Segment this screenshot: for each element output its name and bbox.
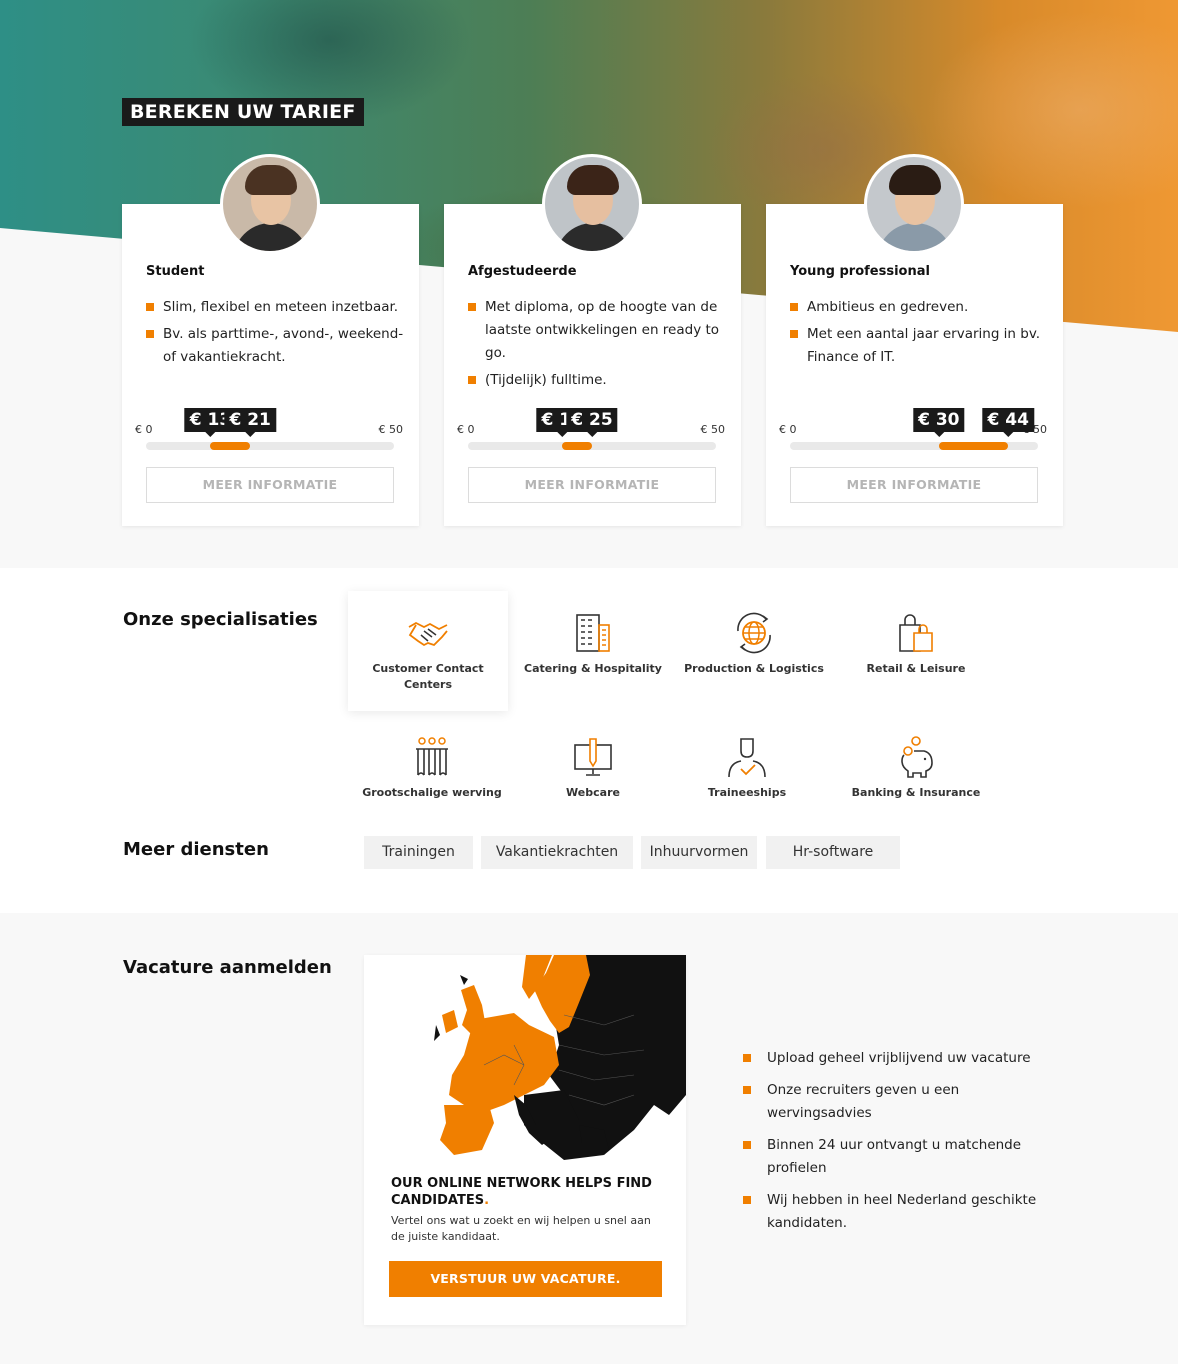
meer-diensten-heading: Meer diensten bbox=[123, 839, 269, 860]
range-min-label: € 0 bbox=[457, 423, 475, 436]
card-title: Young professional bbox=[790, 264, 930, 279]
vacature-card: OUR ONLINE NETWORK HELPS FIND CANDIDATES… bbox=[364, 955, 686, 1325]
price-high-badge[interactable]: € 44 bbox=[982, 408, 1034, 437]
vacature-benefits-list: Upload geheel vrijblijvend uw vacature O… bbox=[743, 1047, 1063, 1244]
list-item: (Tijdelijk) fulltime. bbox=[468, 369, 728, 392]
spec-banking-insurance[interactable]: Banking & Insurance bbox=[836, 715, 996, 835]
building-icon bbox=[576, 614, 610, 652]
handshake-icon bbox=[408, 621, 448, 647]
spec-label: Production & Logistics bbox=[684, 662, 824, 675]
list-item: Upload geheel vrijblijvend uw vacature bbox=[743, 1047, 1063, 1070]
person-check-icon bbox=[728, 738, 766, 778]
spec-label: Banking & Insurance bbox=[851, 786, 981, 799]
spec-label: Webcare bbox=[566, 786, 620, 799]
globe-icon bbox=[737, 612, 771, 654]
spec-webcare[interactable]: Webcare bbox=[513, 715, 673, 835]
spec-retail-leisure[interactable]: Retail & Leisure bbox=[836, 591, 996, 711]
specialisaties-heading: Onze specialisaties bbox=[123, 609, 318, 630]
europe-map-image bbox=[364, 955, 686, 1161]
price-range-fill bbox=[562, 442, 592, 450]
avatar bbox=[542, 154, 642, 254]
avatar bbox=[864, 154, 964, 254]
list-item: Slim, flexibel en meteen inzetbaar. bbox=[146, 296, 406, 319]
spec-label: Retail & Leisure bbox=[866, 662, 966, 675]
range-max-label: € 50 bbox=[378, 423, 404, 436]
spec-production-logistics[interactable]: Production & Logistics bbox=[674, 591, 834, 711]
range-min-label: € 0 bbox=[135, 423, 153, 436]
price-range-fill bbox=[210, 442, 251, 450]
monitor-pencil-icon bbox=[574, 738, 612, 776]
vacature-heading: Vacature aanmelden bbox=[123, 957, 332, 978]
more-info-button[interactable]: MEER INFORMATIE bbox=[146, 467, 394, 503]
group-icon bbox=[416, 737, 448, 776]
service-tag-vakantiekrachten[interactable]: Vakantiekrachten bbox=[481, 836, 633, 869]
spec-customer-contact-centers[interactable]: Customer Contact Centers bbox=[348, 591, 508, 711]
price-range-fill bbox=[938, 442, 1009, 450]
spec-label: Grootschalige werving bbox=[362, 786, 502, 799]
list-item: Met een aantal jaar ervaring in bv. Fina… bbox=[790, 323, 1050, 369]
list-item: Bv. als parttime-, avond-, weekend- of v… bbox=[146, 323, 406, 369]
vacature-subtext: Vertel ons wat u zoekt en wij helpen u s… bbox=[391, 1214, 651, 1243]
card-bullet-list: Ambitieus en gedreven. Met een aantal ja… bbox=[790, 296, 1050, 373]
hero-title: BEREKEN UW TARIEF bbox=[122, 98, 364, 126]
spec-traineeships[interactable]: Traineeships bbox=[667, 715, 827, 835]
avatar bbox=[220, 154, 320, 254]
spec-label: Customer Contact Centers bbox=[372, 662, 484, 691]
vacature-headline: OUR ONLINE NETWORK HELPS FIND CANDIDATES… bbox=[391, 1176, 652, 1208]
card-bullet-list: Slim, flexibel en meteen inzetbaar. Bv. … bbox=[146, 296, 406, 373]
shopping-bags-icon bbox=[899, 614, 933, 652]
service-tag-trainingen[interactable]: Trainingen bbox=[364, 836, 473, 869]
hero-section: BEREKEN UW TARIEF Student Slim, flexibel… bbox=[0, 0, 1178, 568]
list-item: Onze recruiters geven u een wervingsadvi… bbox=[743, 1079, 1063, 1125]
price-range-slider[interactable] bbox=[146, 442, 394, 450]
spec-label: Traineeships bbox=[707, 786, 787, 799]
spec-grootschalige-werving[interactable]: Grootschalige werving bbox=[352, 715, 512, 835]
range-min-label: € 0 bbox=[779, 423, 797, 436]
more-info-button[interactable]: MEER INFORMATIE bbox=[468, 467, 716, 503]
service-tag-hr-software[interactable]: Hr-software bbox=[766, 836, 900, 869]
tariff-card-student: Student Slim, flexibel en meteen inzetba… bbox=[122, 154, 419, 526]
tariff-card-young-professional: Young professional Ambitieus en gedreven… bbox=[766, 154, 1063, 526]
price-range-slider[interactable] bbox=[468, 442, 716, 450]
piggy-bank-icon bbox=[901, 736, 933, 778]
spec-label: Catering & Hospitality bbox=[524, 662, 662, 675]
list-item: Ambitieus en gedreven. bbox=[790, 296, 1050, 319]
service-tag-inhuurvormen[interactable]: Inhuurvormen bbox=[641, 836, 757, 869]
price-range-slider[interactable] bbox=[790, 442, 1038, 450]
send-vacancy-button[interactable]: VERSTUUR UW VACATURE. bbox=[389, 1261, 662, 1297]
spec-catering-hospitality[interactable]: Catering & Hospitality bbox=[513, 591, 673, 711]
list-item: Wij hebben in heel Nederland geschikte k… bbox=[743, 1189, 1063, 1235]
list-item: Met diploma, op de hoogte van de laatste… bbox=[468, 296, 728, 365]
price-high-badge[interactable]: € 25 bbox=[566, 408, 618, 437]
list-item: Binnen 24 uur ontvangt u matchende profi… bbox=[743, 1134, 1063, 1180]
card-title: Afgestudeerde bbox=[468, 264, 577, 279]
price-low-badge[interactable]: € 30 bbox=[913, 408, 965, 437]
more-info-button[interactable]: MEER INFORMATIE bbox=[790, 467, 1038, 503]
tariff-card-afgestudeerde: Afgestudeerde Met diploma, op de hoogte … bbox=[444, 154, 741, 526]
price-high-badge[interactable]: € 21 bbox=[224, 408, 276, 437]
card-title: Student bbox=[146, 264, 205, 279]
range-max-label: € 50 bbox=[700, 423, 726, 436]
card-bullet-list: Met diploma, op de hoogte van de laatste… bbox=[468, 296, 728, 396]
